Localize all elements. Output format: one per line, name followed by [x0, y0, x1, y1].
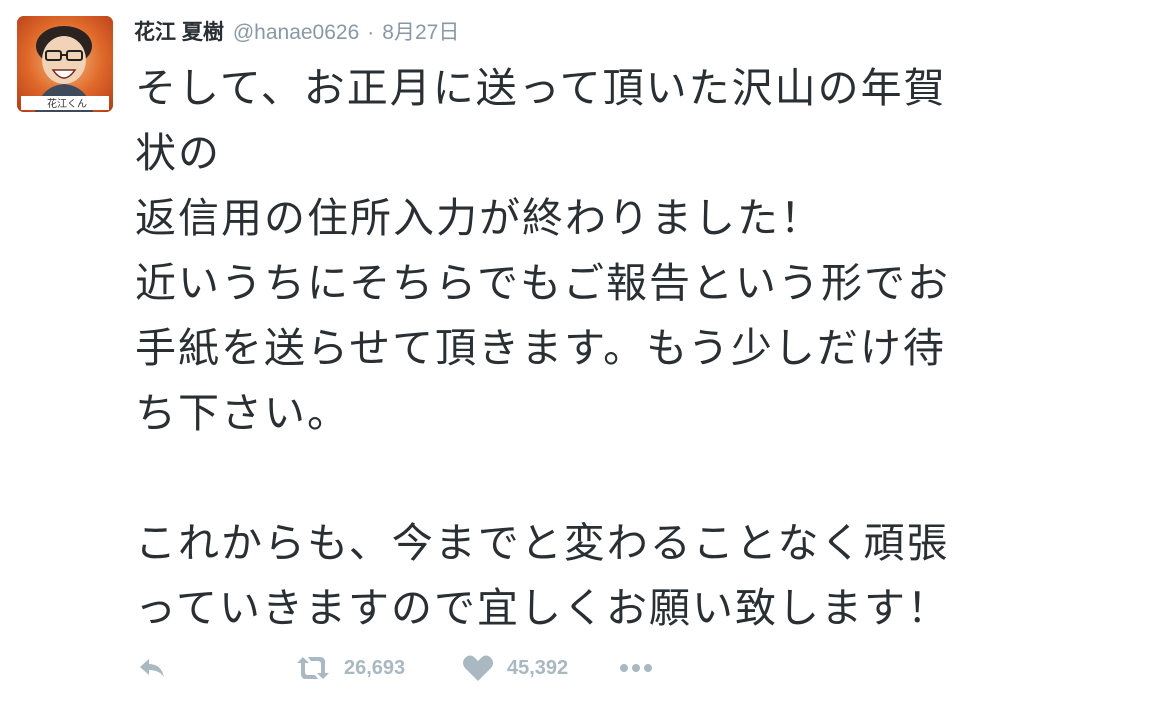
- like-count: 45,392: [507, 656, 569, 679]
- tweet-text-line: 状の: [135, 129, 221, 177]
- retweet-icon: [297, 657, 329, 679]
- like-button[interactable]: 45,392: [461, 650, 568, 686]
- retweet-count: 26,693: [344, 656, 406, 679]
- reply-button[interactable]: [134, 650, 170, 686]
- tweet-text-line: っていきますので宜しくお願い致します！: [135, 584, 950, 632]
- more-button[interactable]: [617, 650, 657, 686]
- tweet-text-line: 返信用の住所入力が終わりました！: [135, 194, 823, 242]
- tweet-text-line: 手紙を送らせて頂きます。もう少しだけ待: [135, 324, 946, 372]
- tweet-text-line: ち下さい。: [135, 389, 350, 437]
- tweet: 花江くん 花江 夏樹 @hanae0626 · 8月27日 そして、お正月に送っ…: [0, 0, 1157, 701]
- display-name[interactable]: 花江 夏樹: [134, 16, 224, 46]
- heart-icon: [463, 655, 493, 681]
- tweet-text-line: これからも、今までと変わることなく頑張: [135, 519, 950, 567]
- retweet-button[interactable]: 26,693: [294, 650, 405, 686]
- tweet-text-line: 近いうちにそちらでもご報告という形でお: [135, 259, 950, 307]
- user-handle[interactable]: @hanae0626: [233, 21, 359, 45]
- tweet-text: そして、お正月に送って頂いた沢山の年賀 状の 返信用の住所入力が終わりました！ …: [135, 56, 1145, 641]
- avatar-label: 花江くん: [47, 97, 87, 110]
- avatar[interactable]: 花江くん: [17, 16, 113, 112]
- tweet-text-line: そして、お正月に送って頂いた沢山の年賀: [135, 64, 947, 112]
- reply-icon: [140, 659, 164, 677]
- header-separator: ·: [367, 21, 375, 44]
- tweet-header: 花江 夏樹 @hanae0626 · 8月27日: [134, 16, 459, 48]
- tweet-date[interactable]: 8月27日: [382, 16, 459, 46]
- tweet-actions: 26,693 45,392: [134, 650, 734, 686]
- avatar-image: 花江くん: [17, 16, 113, 112]
- more-dots-icon: [620, 664, 652, 672]
- tweet-text-line: [135, 446, 1145, 511]
